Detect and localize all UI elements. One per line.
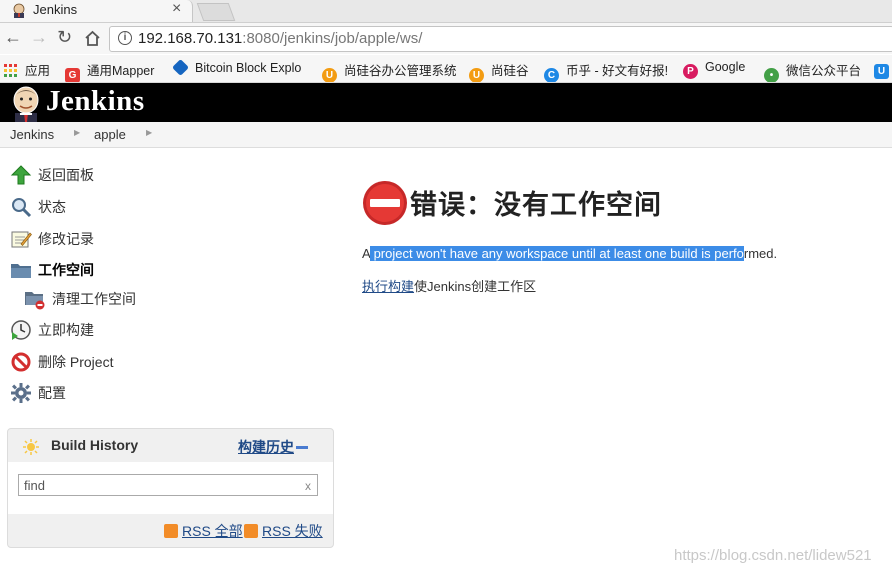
wechat-icon: •: [764, 68, 779, 82]
notepad-icon: [11, 231, 32, 248]
rss-icon: [244, 524, 258, 538]
c-logo-icon: C: [544, 68, 559, 82]
rss-failed-link[interactable]: RSS 失败: [244, 521, 323, 541]
jenkins-favicon-icon: [13, 3, 25, 18]
cube-icon: [172, 59, 189, 76]
tab-close-icon[interactable]: ×: [172, 0, 181, 18]
back-icon[interactable]: ←: [4, 27, 22, 47]
home-icon[interactable]: [84, 30, 101, 46]
breadcrumb: Jenkins ▶ apple ▶: [0, 122, 892, 148]
clock-build-icon: [11, 320, 31, 340]
build-now-link[interactable]: 执行构建: [362, 279, 414, 294]
bookmark-apps[interactable]: 应用: [3, 60, 50, 79]
new-tab-button[interactable]: [196, 3, 236, 21]
bookmark-atguigu[interactable]: U 尚硅谷: [469, 60, 529, 82]
site-info-icon[interactable]: i: [118, 31, 132, 45]
rss-icon: [164, 524, 178, 538]
build-history-widget: Build History 构建历史 find x RSS 全部 RSS 失败: [7, 428, 334, 548]
rss-all-link[interactable]: RSS 全部: [164, 521, 243, 541]
bookmark-wechat[interactable]: • 微信公众平台: [764, 60, 861, 82]
browser-tabstrip: Jenkins ×: [0, 0, 892, 23]
tab-title: Jenkins: [33, 2, 78, 17]
task-delete-project[interactable]: 删除 Project: [10, 351, 113, 373]
selected-text: project won't have any workspace until a…: [369, 246, 744, 261]
bookmark-atguigu-oa[interactable]: U 尚硅谷办公管理系统: [322, 60, 457, 82]
u-logo-icon: U: [469, 68, 484, 82]
bookmarks-bar: 应用 G 通用Mapper Bitcoin Block Explo U 尚硅谷办公管…: [0, 55, 892, 83]
up-arrow-icon: [10, 165, 32, 185]
forward-icon[interactable]: →: [30, 27, 48, 47]
task-back-to-dashboard[interactable]: 返回面板: [10, 164, 94, 186]
error-heading: 错误：没有工作空间: [410, 190, 662, 220]
wipe-workspace-icon: [25, 292, 45, 310]
bookmark-mapper[interactable]: G 通用Mapper: [65, 60, 154, 82]
task-wipe-workspace[interactable]: 清理工作空间: [24, 288, 136, 310]
build-history-body: find x: [8, 462, 333, 514]
breadcrumb-arrow-icon[interactable]: ▶: [74, 128, 80, 137]
breadcrumb-jenkins[interactable]: Jenkins: [10, 127, 54, 142]
u-blue-icon: U: [874, 64, 889, 79]
reload-icon[interactable]: ↻: [57, 27, 72, 47]
gear-icon: [11, 383, 31, 403]
build-history-title: Build History: [51, 437, 139, 453]
bookmark-google[interactable]: P Google: [683, 60, 745, 79]
folder-icon: [11, 264, 31, 278]
error-stop-icon: [363, 181, 407, 225]
task-changes[interactable]: 修改记录: [10, 228, 94, 250]
jenkins-logo-icon[interactable]: [9, 85, 43, 122]
task-build-now[interactable]: 立即构建: [10, 319, 94, 341]
g-logo-icon: G: [65, 68, 80, 82]
build-history-link[interactable]: 构建历史: [238, 437, 294, 457]
jenkins-header: Jenkins: [0, 83, 892, 122]
task-configure[interactable]: 配置: [10, 382, 66, 404]
u-logo-icon: U: [322, 68, 337, 82]
no-entry-icon: [11, 352, 31, 372]
url-text: 192.168.70.131:8080/jenkins/job/apple/ws…: [138, 30, 423, 47]
build-hint: 执行构建使Jenkins创建工作区: [362, 279, 537, 294]
clear-search-icon[interactable]: x: [305, 475, 311, 497]
browser-toolbar: ← → ↻ i 192.168.70.131:8080/jenkins/job/…: [0, 23, 892, 54]
error-message: A project won't have any workspace until…: [362, 246, 778, 261]
collapse-icon[interactable]: [296, 446, 308, 449]
browser-tab[interactable]: Jenkins ×: [0, 0, 193, 22]
watermark: https://blog.csdn.net/lidew521: [674, 547, 872, 564]
sun-icon: [23, 439, 39, 455]
breadcrumb-arrow-icon[interactable]: ▶: [146, 128, 152, 137]
build-history-search-input[interactable]: find x: [18, 474, 318, 496]
task-workspace[interactable]: 工作空间: [10, 259, 94, 281]
magnifier-icon: [12, 198, 32, 218]
breadcrumb-apple[interactable]: apple: [94, 127, 126, 142]
task-status[interactable]: 状态: [10, 196, 66, 218]
bookmark-more[interactable]: U: [874, 60, 892, 79]
address-bar[interactable]: i 192.168.70.131:8080/jenkins/job/apple/…: [109, 26, 892, 52]
bookmark-bihu[interactable]: C 币乎 - 好文有好报!: [544, 60, 668, 82]
jenkins-title[interactable]: Jenkins: [46, 85, 145, 118]
apps-grid-icon: [4, 64, 17, 77]
p-logo-icon: P: [683, 64, 698, 79]
bookmark-bitcoin[interactable]: Bitcoin Block Explo: [172, 59, 301, 76]
